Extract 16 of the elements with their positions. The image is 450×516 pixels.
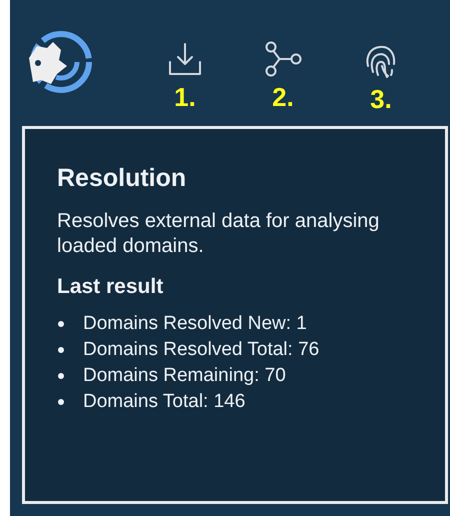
result-item: Domains Remaining: 70 — [83, 364, 286, 388]
result-item: Domains Resolved New: 1 — [83, 312, 307, 336]
tooltip-title: Resolution — [57, 163, 188, 193]
bullet-icon — [58, 399, 64, 405]
tooltip-description: Resolves external data for analysing loaded domains. — [57, 209, 380, 259]
result-item: Domains Resolved Total: 76 — [83, 338, 320, 362]
step-button[interactable]: 3. — [359, 40, 403, 114]
step-button[interactable]: 2. — [261, 40, 305, 114]
bullet-icon — [58, 321, 64, 327]
bullet-icon — [58, 373, 64, 379]
share-nodes-icon — [263, 40, 303, 78]
download-icon — [166, 40, 204, 78]
step-button[interactable]: 1. — [163, 40, 207, 114]
section-title: Last result — [57, 274, 164, 300]
result-item: Domains Total: 146 — [83, 390, 246, 414]
bullet-icon — [58, 347, 64, 353]
